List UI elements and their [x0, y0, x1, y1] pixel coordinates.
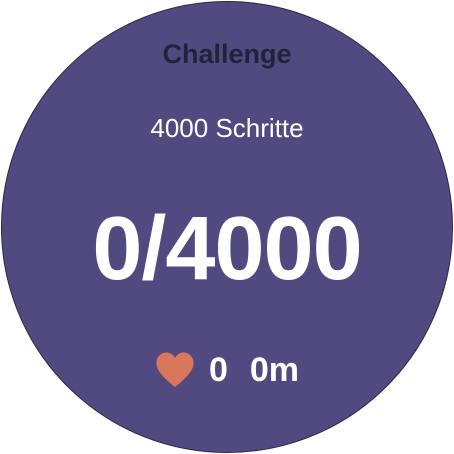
challenge-title: Challenge [162, 39, 292, 69]
distance-value: 0m [249, 351, 300, 389]
heart-icon [155, 352, 195, 388]
watch-face: Challenge 4000 Schritte 0/4000 0 0m [1, 1, 453, 453]
steps-progress: 0/4000 [92, 199, 362, 299]
heart-rate-value: 0 [208, 351, 228, 389]
challenge-goal-label: 4000 Schritte [150, 113, 304, 143]
stats-row: 0 0m [2, 346, 452, 394]
